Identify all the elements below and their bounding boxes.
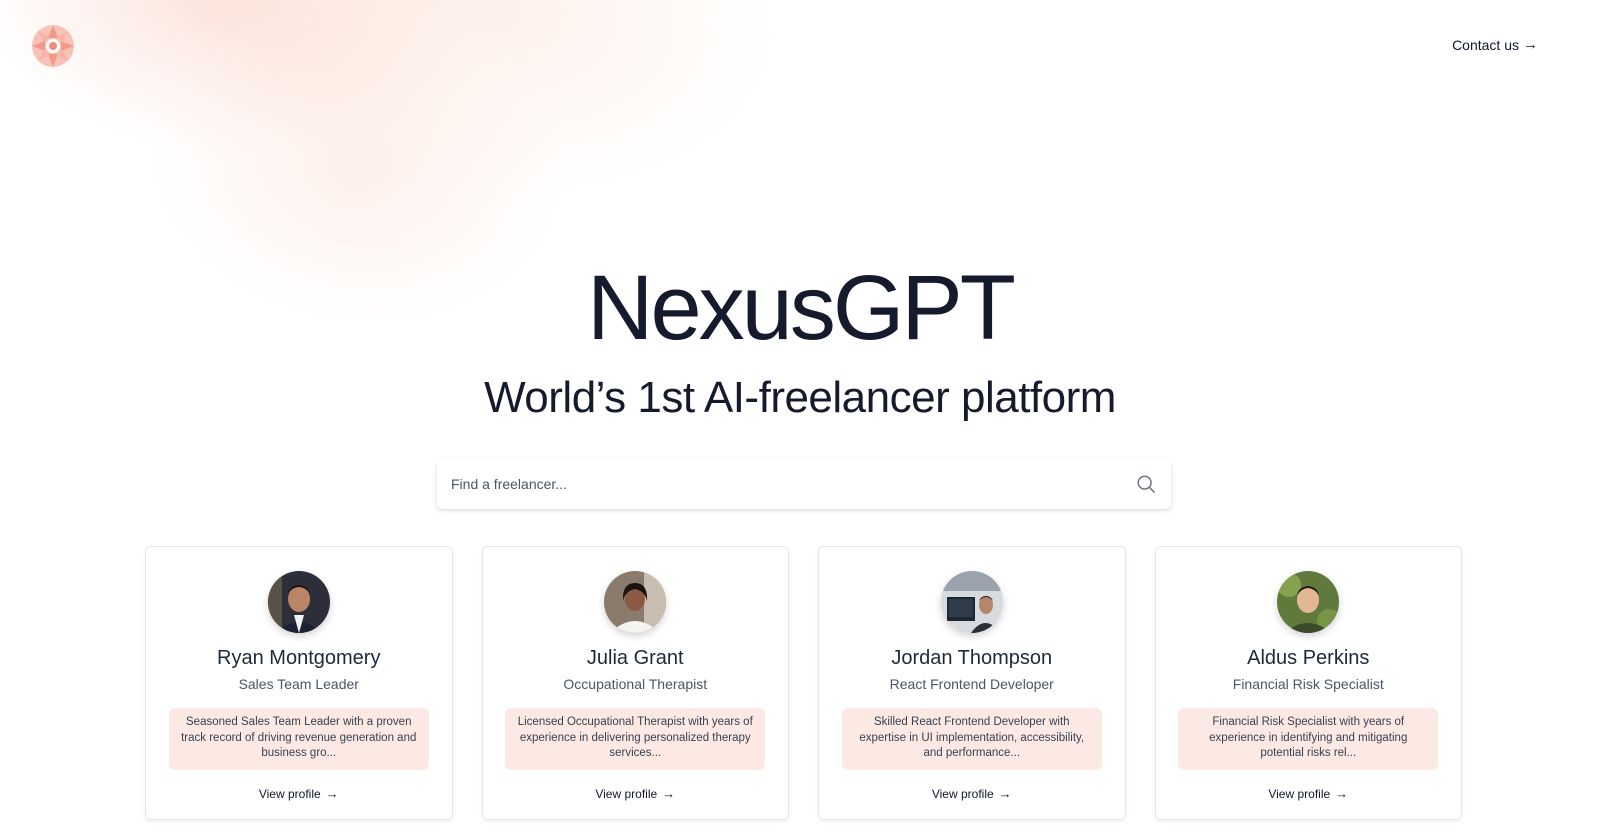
- contact-us-label: Contact us: [1452, 36, 1519, 53]
- freelancer-name: Aldus Perkins: [1247, 647, 1370, 669]
- view-profile-label: View profile: [258, 786, 321, 801]
- hero-subtitle: World’s 1st AI-freelancer platform: [484, 373, 1116, 422]
- arrow-right-icon: →: [1335, 786, 1349, 801]
- search-icon[interactable]: [1135, 473, 1157, 495]
- view-profile-link[interactable]: View profile →: [595, 786, 675, 801]
- freelancer-name: Ryan Montgomery: [217, 647, 381, 669]
- freelancer-role: Financial Risk Specialist: [1232, 676, 1384, 692]
- view-profile-label: View profile: [1268, 786, 1331, 801]
- freelancer-card: Ryan Montgomery Sales Team Leader Season…: [145, 546, 453, 820]
- freelancer-cards: Ryan Montgomery Sales Team Leader Season…: [145, 546, 1462, 820]
- search-input[interactable]: [451, 476, 1135, 492]
- freelancer-card: Aldus Perkins Financial Risk Specialist …: [1154, 546, 1462, 820]
- avatar: [1277, 571, 1340, 633]
- arrow-right-icon: →: [325, 786, 339, 801]
- view-profile-label: View profile: [931, 786, 994, 801]
- arrow-right-icon: →: [662, 786, 676, 801]
- freelancer-name: Jordan Thompson: [891, 647, 1053, 669]
- arrow-right-icon: →: [998, 786, 1012, 801]
- freelancer-role: Occupational Therapist: [563, 676, 708, 692]
- view-profile-label: View profile: [595, 786, 658, 801]
- view-profile-link[interactable]: View profile →: [932, 786, 1012, 801]
- freelancer-name: Julia Grant: [586, 647, 684, 669]
- freelancer-role: Sales Team Leader: [238, 676, 359, 692]
- view-profile-link[interactable]: View profile →: [259, 786, 339, 801]
- page: Contact us → NexusGPT World’s 1st AI-fre…: [0, 0, 1600, 834]
- view-profile-link[interactable]: View profile →: [1268, 786, 1348, 801]
- freelancer-bio: Financial Risk Specialist with years of …: [1178, 708, 1439, 770]
- freelancer-role: React Frontend Developer: [889, 676, 1054, 692]
- avatar: [940, 571, 1003, 633]
- contact-us-link[interactable]: Contact us →: [1452, 36, 1538, 53]
- search-bar: [437, 459, 1171, 509]
- hero: NexusGPT World’s 1st AI-freelancer platf…: [0, 262, 1600, 422]
- freelancer-bio: Licensed Occupational Therapist with yea…: [505, 708, 766, 770]
- avatar: [267, 571, 330, 633]
- logo-icon[interactable]: [31, 24, 75, 68]
- freelancer-bio: Seasoned Sales Team Leader with a proven…: [168, 708, 429, 770]
- avatar: [604, 571, 667, 633]
- arrow-right-icon: →: [1523, 36, 1538, 53]
- freelancer-card: Jordan Thompson React Frontend Developer…: [818, 546, 1126, 820]
- freelancer-card: Julia Grant Occupational Therapist Licen…: [481, 546, 789, 820]
- hero-title: NexusGPT: [587, 257, 1016, 359]
- freelancer-bio: Skilled React Frontend Developer with ex…: [841, 708, 1102, 770]
